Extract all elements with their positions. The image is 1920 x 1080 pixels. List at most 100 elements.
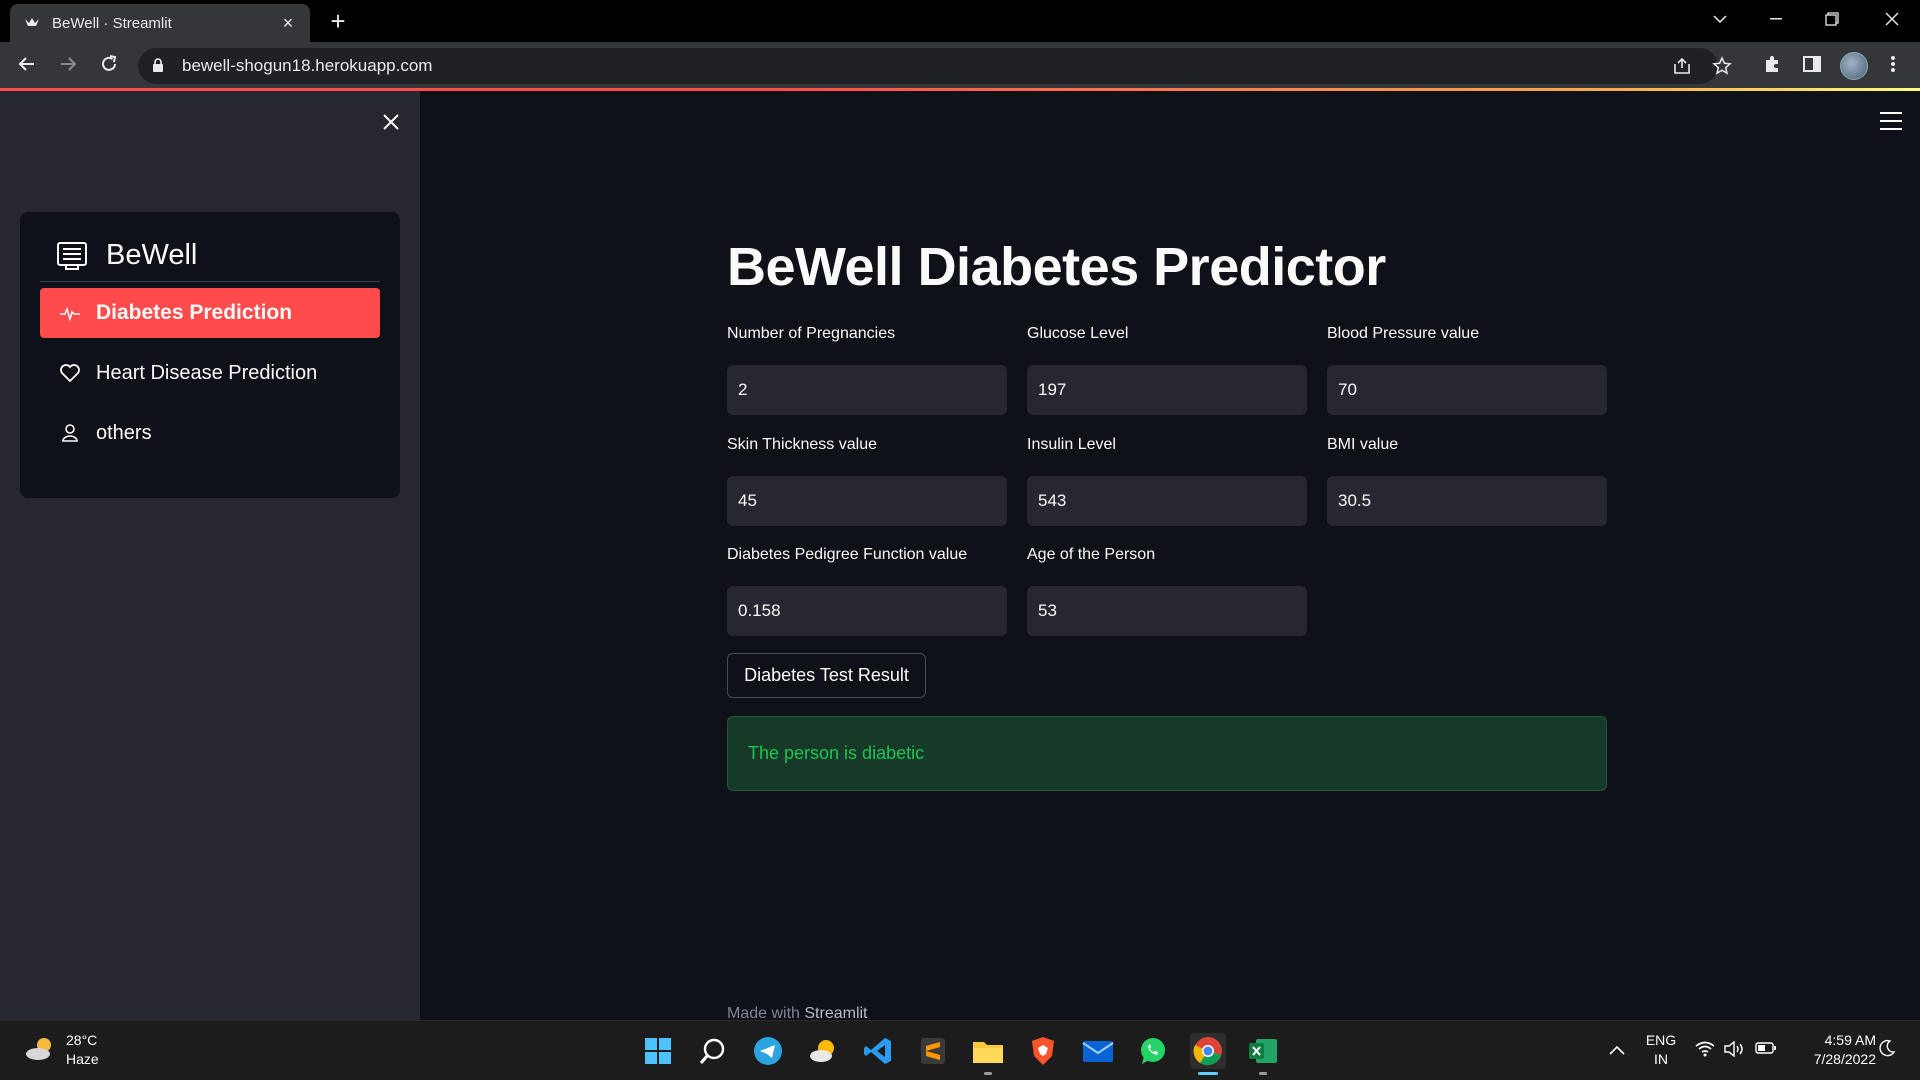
close-sidebar-icon[interactable]: [378, 109, 404, 135]
more-menu-icon[interactable]: [1880, 54, 1906, 80]
profile-avatar[interactable]: [1840, 52, 1868, 80]
restore-icon[interactable]: [1804, 0, 1860, 38]
skin-thickness-input[interactable]: [738, 491, 996, 511]
sidebar-item-label: Diabetes Prediction: [96, 301, 293, 324]
weather-app-icon[interactable]: [805, 1033, 841, 1069]
tab-title: BeWell · Streamlit: [52, 14, 172, 32]
insulin-field: Insulin Level: [1027, 436, 1307, 526]
text-input-box[interactable]: [1027, 476, 1307, 526]
sidebar-item-others[interactable]: others: [40, 408, 380, 458]
glucose-field: Glucose Level: [1027, 325, 1307, 415]
age-field: Age of the Person: [1027, 546, 1307, 636]
clock[interactable]: 4:59 AM 7/28/2022: [1786, 1031, 1876, 1069]
pedigree-field: Diabetes Pedigree Function value: [727, 546, 1007, 636]
weather-widget[interactable]: 28°C Haze: [24, 1031, 99, 1069]
field-label: Diabetes Pedigree Function value: [727, 546, 968, 563]
browser-toolbar: bewell-shogun18.herokuapp.com: [0, 42, 1920, 90]
chrome-icon[interactable]: [1190, 1033, 1226, 1075]
menu-header: BeWell: [40, 230, 380, 282]
field-label: Age of the Person: [1027, 546, 1156, 563]
address-bar[interactable]: bewell-shogun18.herokuapp.com: [138, 48, 1718, 84]
region-text: IN: [1654, 1051, 1668, 1067]
text-input-box[interactable]: [1327, 365, 1607, 415]
menu-list-icon: [54, 238, 90, 274]
field-label: Blood Pressure value: [1327, 325, 1480, 342]
pregnancies-field: Number of Pregnancies: [727, 325, 1007, 415]
taskbar: 28°C Haze ENG IN 4:59 AM 7/28/2022: [0, 1020, 1920, 1080]
diabetes-test-result-button[interactable]: Diabetes Test Result: [727, 653, 926, 698]
browser-tab-strip: BeWell · Streamlit × +: [0, 0, 1920, 42]
language-indicator[interactable]: ENG IN: [1641, 1031, 1681, 1069]
insulin-input[interactable]: [1038, 491, 1296, 511]
main-content: BeWell Diabetes Predictor Number of Preg…: [420, 91, 1920, 1022]
blood-pressure-input[interactable]: [1338, 380, 1596, 400]
tab-search-icon[interactable]: [1692, 0, 1748, 38]
forward-icon[interactable]: [55, 54, 81, 80]
new-tab-button[interactable]: +: [325, 8, 351, 34]
sidebar-item-label: Heart Disease Prediction: [96, 361, 318, 384]
text-input-box[interactable]: [727, 476, 1007, 526]
sublime-text-icon[interactable]: [915, 1033, 951, 1069]
weather-condition: Haze: [66, 1051, 99, 1067]
sidebar-brand: BeWell: [106, 239, 198, 271]
reload-icon[interactable]: [96, 54, 122, 80]
text-input-box[interactable]: [1027, 586, 1307, 636]
tab-close-icon[interactable]: ×: [278, 13, 298, 33]
share-icon[interactable]: [1671, 56, 1693, 78]
sidebar: BeWell Diabetes Prediction Heart Disease…: [0, 91, 420, 1020]
language-text: ENG: [1645, 1032, 1677, 1048]
start-icon[interactable]: [640, 1033, 676, 1069]
sidebar-item-diabetes-prediction[interactable]: Diabetes Prediction: [40, 288, 380, 338]
search-icon[interactable]: [695, 1033, 731, 1069]
field-label: Glucose Level: [1027, 325, 1129, 342]
brave-icon[interactable]: [1025, 1033, 1061, 1069]
age-input[interactable]: [1038, 601, 1296, 621]
sidebar-item-heart-disease-prediction[interactable]: Heart Disease Prediction: [40, 348, 380, 398]
wifi-icon[interactable]: [1694, 1041, 1716, 1062]
volume-icon[interactable]: [1724, 1040, 1746, 1062]
mail-icon[interactable]: [1080, 1033, 1116, 1069]
person-icon: [58, 421, 82, 445]
lock-icon: [152, 58, 166, 74]
url-text: bewell-shogun18.herokuapp.com: [182, 56, 433, 75]
whatsapp-icon[interactable]: [1135, 1033, 1171, 1069]
minimize-icon[interactable]: [1748, 0, 1804, 38]
success-alert: The person is diabetic: [727, 716, 1607, 791]
text-input-box[interactable]: [1027, 365, 1307, 415]
show-hidden-icons-chevron-icon[interactable]: [1606, 1041, 1628, 1060]
pedigree-input[interactable]: [738, 601, 996, 621]
text-input-box[interactable]: [727, 586, 1007, 636]
result-text: The person is diabetic: [748, 743, 925, 763]
streamlit-crown-icon: [22, 13, 42, 33]
date-text: 7/28/2022: [1813, 1051, 1876, 1067]
page-title: BeWell Diabetes Predictor: [727, 237, 1386, 297]
bmi-field: BMI value: [1327, 436, 1607, 526]
excel-icon[interactable]: [1245, 1033, 1281, 1075]
time-text: 4:59 AM: [1824, 1032, 1876, 1048]
do-not-disturb-moon-icon[interactable]: [1876, 1039, 1898, 1062]
blood-pressure-field: Blood Pressure value: [1327, 325, 1607, 415]
glucose-input[interactable]: [1038, 380, 1296, 400]
weather-text: 28°C Haze: [66, 1031, 99, 1069]
skin-thickness-field: Skin Thickness value: [727, 436, 1007, 526]
running-indicator: [1259, 1072, 1267, 1075]
telegram-icon[interactable]: [750, 1033, 786, 1069]
bookmark-star-icon[interactable]: [1711, 56, 1733, 78]
text-input-box[interactable]: [1327, 476, 1607, 526]
window-close-icon[interactable]: [1864, 0, 1920, 38]
sidebar-item-label: others: [96, 421, 152, 444]
text-input-box[interactable]: [727, 365, 1007, 415]
temperature: 28°C: [66, 1032, 98, 1048]
file-explorer-icon[interactable]: [970, 1033, 1006, 1075]
side-panel-icon[interactable]: [1799, 54, 1825, 80]
battery-icon[interactable]: [1754, 1041, 1778, 1060]
back-icon[interactable]: [14, 54, 40, 80]
vscode-icon[interactable]: [860, 1033, 896, 1069]
field-label: Number of Pregnancies: [727, 325, 896, 342]
weather-sun-cloud-icon: [24, 1034, 56, 1066]
active-indicator: [1198, 1072, 1218, 1075]
pregnancies-input[interactable]: [738, 380, 996, 400]
browser-tab[interactable]: BeWell · Streamlit ×: [10, 4, 310, 42]
bmi-input[interactable]: [1338, 491, 1596, 511]
extensions-icon[interactable]: [1759, 54, 1785, 80]
